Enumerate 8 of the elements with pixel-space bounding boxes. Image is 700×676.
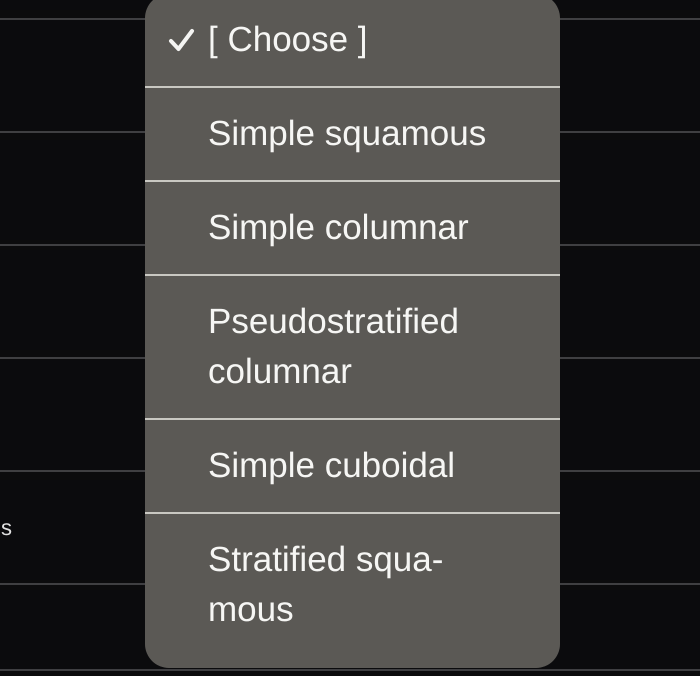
menu-option[interactable]: Simple columnar xyxy=(145,182,560,274)
menu-option[interactable]: Pseudostratified columnar xyxy=(145,276,560,418)
menu-option[interactable]: Simple cuboidal xyxy=(145,420,560,512)
menu-option[interactable]: [ Choose ] xyxy=(145,0,560,86)
menu-option[interactable]: Stratified squa-mous xyxy=(145,514,560,656)
checkmark-icon xyxy=(168,28,195,52)
cell-text: s xyxy=(0,516,12,538)
menu-option[interactable]: Simple squamous xyxy=(145,88,560,180)
